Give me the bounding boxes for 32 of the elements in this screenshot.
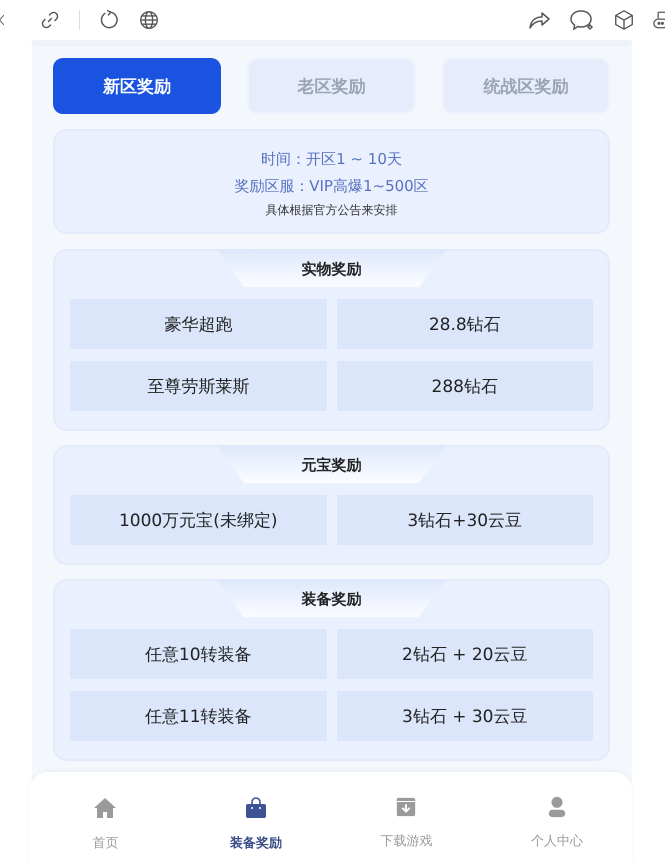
back-icon[interactable] [0, 12, 5, 28]
nav-item[interactable]: 装备奖励 [180, 772, 331, 866]
zone-tab[interactable]: 统战区奖励 [442, 58, 610, 114]
reward-cell: 28.8钻石 [336, 299, 593, 349]
refresh-icon[interactable] [98, 9, 120, 31]
info-note: 具体根据官方公告来安排 [264, 202, 398, 219]
reward-cell: 1000万元宝(未绑定) [70, 495, 326, 545]
download-box-icon [395, 796, 418, 818]
reward-cell: 3钻石 + 30云豆 [336, 691, 593, 741]
link-icon[interactable] [39, 9, 61, 31]
zone-tab[interactable]: 新区奖励 [53, 58, 222, 114]
info-text: 奖励区服：VIP高爆1~500区 [233, 176, 430, 197]
reward-cell: 任意11转装备 [70, 691, 326, 741]
section-banner: 元宝奖励 [216, 445, 446, 483]
chat-icon[interactable] [569, 8, 595, 32]
home-icon [93, 796, 118, 820]
reward-cell: 至尊劳斯莱斯 [70, 361, 326, 411]
globe-icon[interactable] [138, 9, 160, 31]
section-banner: 实物奖励 [216, 249, 446, 287]
cube-icon[interactable] [613, 9, 635, 31]
nav-item[interactable]: 首页 [30, 772, 180, 866]
reward-cell: 任意10转装备 [70, 629, 326, 679]
section-banner: 装备奖励 [216, 579, 446, 617]
nav-item[interactable]: 下载游戏 [331, 772, 482, 866]
info-text: 时间：开区1 ~ 10天 [260, 149, 403, 170]
nav-item[interactable]: 个人中心 [482, 772, 632, 866]
reward-cell: 豪华超跑 [70, 299, 326, 349]
bag-icon [244, 796, 268, 820]
reward-cell: 2钻石 + 20云豆 [336, 629, 593, 679]
reward-cell: 288钻石 [336, 361, 593, 411]
reward-cell: 3钻石+30云豆 [336, 495, 593, 545]
zone-tab[interactable]: 老区奖励 [247, 58, 416, 114]
